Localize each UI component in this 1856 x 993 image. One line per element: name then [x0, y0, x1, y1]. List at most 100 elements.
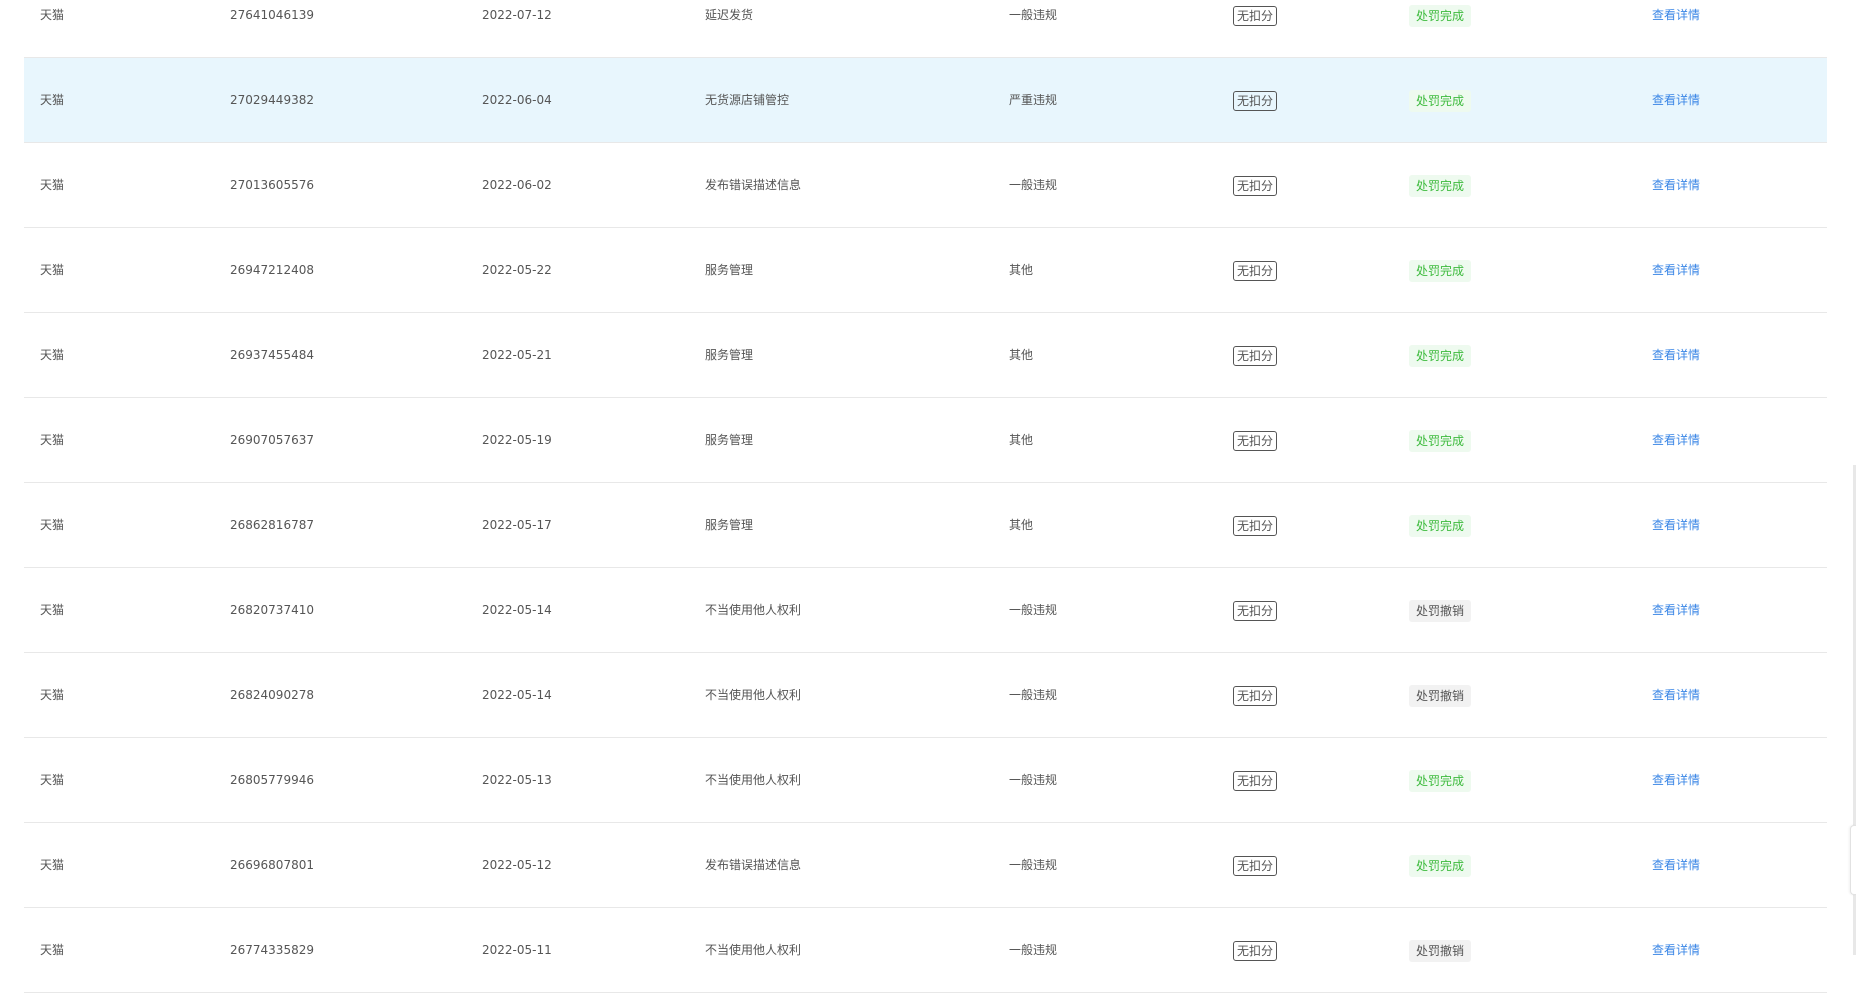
violation-level: 一般违规: [1009, 773, 1058, 787]
level-cell: 严重违规: [1009, 58, 1057, 142]
platform-cell: 天猫: [40, 228, 64, 312]
score-cell: 无扣分: [1233, 0, 1278, 57]
level-cell: 一般违规: [1009, 823, 1057, 907]
status-cell: 处罚撤销: [1409, 908, 1472, 992]
table-row[interactable]: 天猫 27013605576 2022-06-02 发布错误描述信息 一般违规 无扣分 处罚…: [24, 143, 1827, 228]
date-cell: 2022-05-21: [482, 313, 552, 397]
date-cell: 2022-07-12: [482, 0, 552, 57]
platform-cell: 天猫: [40, 823, 64, 907]
violation-level: 一般违规: [1009, 8, 1058, 22]
record-id-cell: 26805779946: [230, 738, 314, 822]
view-details-link[interactable]: 查看详情: [1652, 8, 1700, 22]
view-details-link[interactable]: 查看详情: [1652, 433, 1700, 447]
level-cell: 其他: [1009, 398, 1033, 482]
date-cell: 2022-05-14: [482, 653, 552, 737]
violation-level: 其他: [1009, 518, 1034, 532]
status-badge: 处罚完成: [1409, 514, 1472, 537]
score-cell: 无扣分: [1233, 58, 1278, 142]
table-row[interactable]: 天猫 26937455484 2022-05-21 服务管理 其他 无扣分 处罚完成 查看详情: [24, 313, 1827, 398]
score-tag: 无扣分: [1233, 345, 1278, 366]
status-cell: 处罚完成: [1409, 0, 1472, 57]
reason-cell: 服务管理: [705, 483, 753, 567]
reason-cell: 服务管理: [705, 398, 753, 482]
reason-cell: 无货源店铺管控: [705, 58, 789, 142]
platform-label: 天猫: [40, 858, 65, 872]
table-row[interactable]: 天猫 26862816787 2022-05-17 服务管理 其他 无扣分 处罚完成 查看详情: [24, 483, 1827, 568]
reason-cell: 发布错误描述信息: [705, 143, 801, 227]
action-cell: 查看详情: [1652, 313, 1700, 397]
status-cell: 处罚完成: [1409, 313, 1472, 397]
action-cell: 查看详情: [1652, 398, 1700, 482]
action-cell: 查看详情: [1652, 908, 1700, 992]
record-id: 26937455484: [230, 348, 314, 362]
table-row[interactable]: 天猫 26824090278 2022-05-14 不当使用他人权利 一般违规 无扣分 处罚…: [24, 653, 1827, 738]
violation-level: 严重违规: [1009, 93, 1058, 107]
action-cell: 查看详情: [1652, 0, 1700, 57]
status-badge: 处罚撤销: [1409, 599, 1472, 622]
view-details-link[interactable]: 查看详情: [1652, 263, 1700, 277]
record-date: 2022-05-12: [482, 858, 552, 872]
score-tag: 无扣分: [1233, 515, 1278, 536]
level-cell: 一般违规: [1009, 0, 1057, 57]
violation-reason: 无货源店铺管控: [705, 93, 790, 107]
status-badge: 处罚完成: [1409, 4, 1472, 27]
action-cell: 查看详情: [1652, 738, 1700, 822]
table-row[interactable]: 天猫 26907057637 2022-05-19 服务管理 其他 无扣分 处罚完成 查看详情: [24, 398, 1827, 483]
platform-label: 天猫: [40, 433, 65, 447]
platform-cell: 天猫: [40, 483, 64, 567]
record-date: 2022-06-02: [482, 178, 552, 192]
record-date: 2022-05-14: [482, 688, 552, 702]
status-badge: 处罚完成: [1409, 769, 1472, 792]
view-details-link[interactable]: 查看详情: [1652, 93, 1700, 107]
view-details-link[interactable]: 查看详情: [1652, 603, 1700, 617]
view-details-link[interactable]: 查看详情: [1652, 518, 1700, 532]
score-tag: 无扣分: [1233, 855, 1278, 876]
date-cell: 2022-05-14: [482, 568, 552, 652]
scrollbar-thumb[interactable]: [1850, 825, 1856, 895]
score-tag: 无扣分: [1233, 90, 1278, 111]
table-row[interactable]: 天猫 26774335829 2022-05-11 不当使用他人权利 一般违规 无扣分 处罚…: [24, 908, 1827, 993]
violation-reason: 不当使用他人权利: [705, 603, 802, 617]
platform-cell: 天猫: [40, 313, 64, 397]
platform-cell: 天猫: [40, 58, 64, 142]
record-date: 2022-05-19: [482, 433, 552, 447]
view-details-link[interactable]: 查看详情: [1652, 773, 1700, 787]
violation-reason: 发布错误描述信息: [705, 858, 802, 872]
status-badge: 处罚撤销: [1409, 684, 1472, 707]
platform-cell: 天猫: [40, 908, 64, 992]
view-details-link[interactable]: 查看详情: [1652, 348, 1700, 362]
reason-cell: 不当使用他人权利: [705, 908, 801, 992]
record-id: 27013605576: [230, 178, 314, 192]
table-row[interactable]: 天猫 26805779946 2022-05-13 不当使用他人权利 一般违规 无扣分 处罚…: [24, 738, 1827, 823]
table-row[interactable]: 天猫 27029449382 2022-06-04 无货源店铺管控 严重违规 无扣分 处罚完…: [24, 58, 1827, 143]
platform-cell: 天猫: [40, 653, 64, 737]
table-row[interactable]: 天猫 26947212408 2022-05-22 服务管理 其他 无扣分 处罚完成 查看详情: [24, 228, 1827, 313]
date-cell: 2022-05-22: [482, 228, 552, 312]
record-date: 2022-05-21: [482, 348, 552, 362]
violation-reason: 发布错误描述信息: [705, 178, 802, 192]
level-cell: 其他: [1009, 228, 1033, 312]
platform-label: 天猫: [40, 603, 65, 617]
score-cell: 无扣分: [1233, 398, 1278, 482]
table-row[interactable]: 天猫 27641046139 2022-07-12 延迟发货 一般违规 无扣分 处罚完成 查看…: [24, 0, 1827, 58]
view-details-link[interactable]: 查看详情: [1652, 688, 1700, 702]
status-cell: 处罚完成: [1409, 143, 1472, 227]
reason-cell: 不当使用他人权利: [705, 568, 801, 652]
view-details-link[interactable]: 查看详情: [1652, 178, 1700, 192]
score-tag: 无扣分: [1233, 5, 1278, 26]
action-cell: 查看详情: [1652, 823, 1700, 907]
score-tag: 无扣分: [1233, 430, 1278, 451]
record-date: 2022-05-14: [482, 603, 552, 617]
record-id: 26947212408: [230, 263, 314, 277]
table-row[interactable]: 天猫 26696807801 2022-05-12 发布错误描述信息 一般违规 无扣分 处罚…: [24, 823, 1827, 908]
platform-label: 天猫: [40, 178, 65, 192]
view-details-link[interactable]: 查看详情: [1652, 858, 1700, 872]
platform-cell: 天猫: [40, 398, 64, 482]
level-cell: 一般违规: [1009, 143, 1057, 227]
table-row[interactable]: 天猫 26820737410 2022-05-14 不当使用他人权利 一般违规 无扣分 处罚…: [24, 568, 1827, 653]
level-cell: 一般违规: [1009, 568, 1057, 652]
record-id: 26696807801: [230, 858, 314, 872]
record-id-cell: 27029449382: [230, 58, 314, 142]
status-cell: 处罚完成: [1409, 228, 1472, 312]
reason-cell: 延迟发货: [705, 0, 753, 57]
